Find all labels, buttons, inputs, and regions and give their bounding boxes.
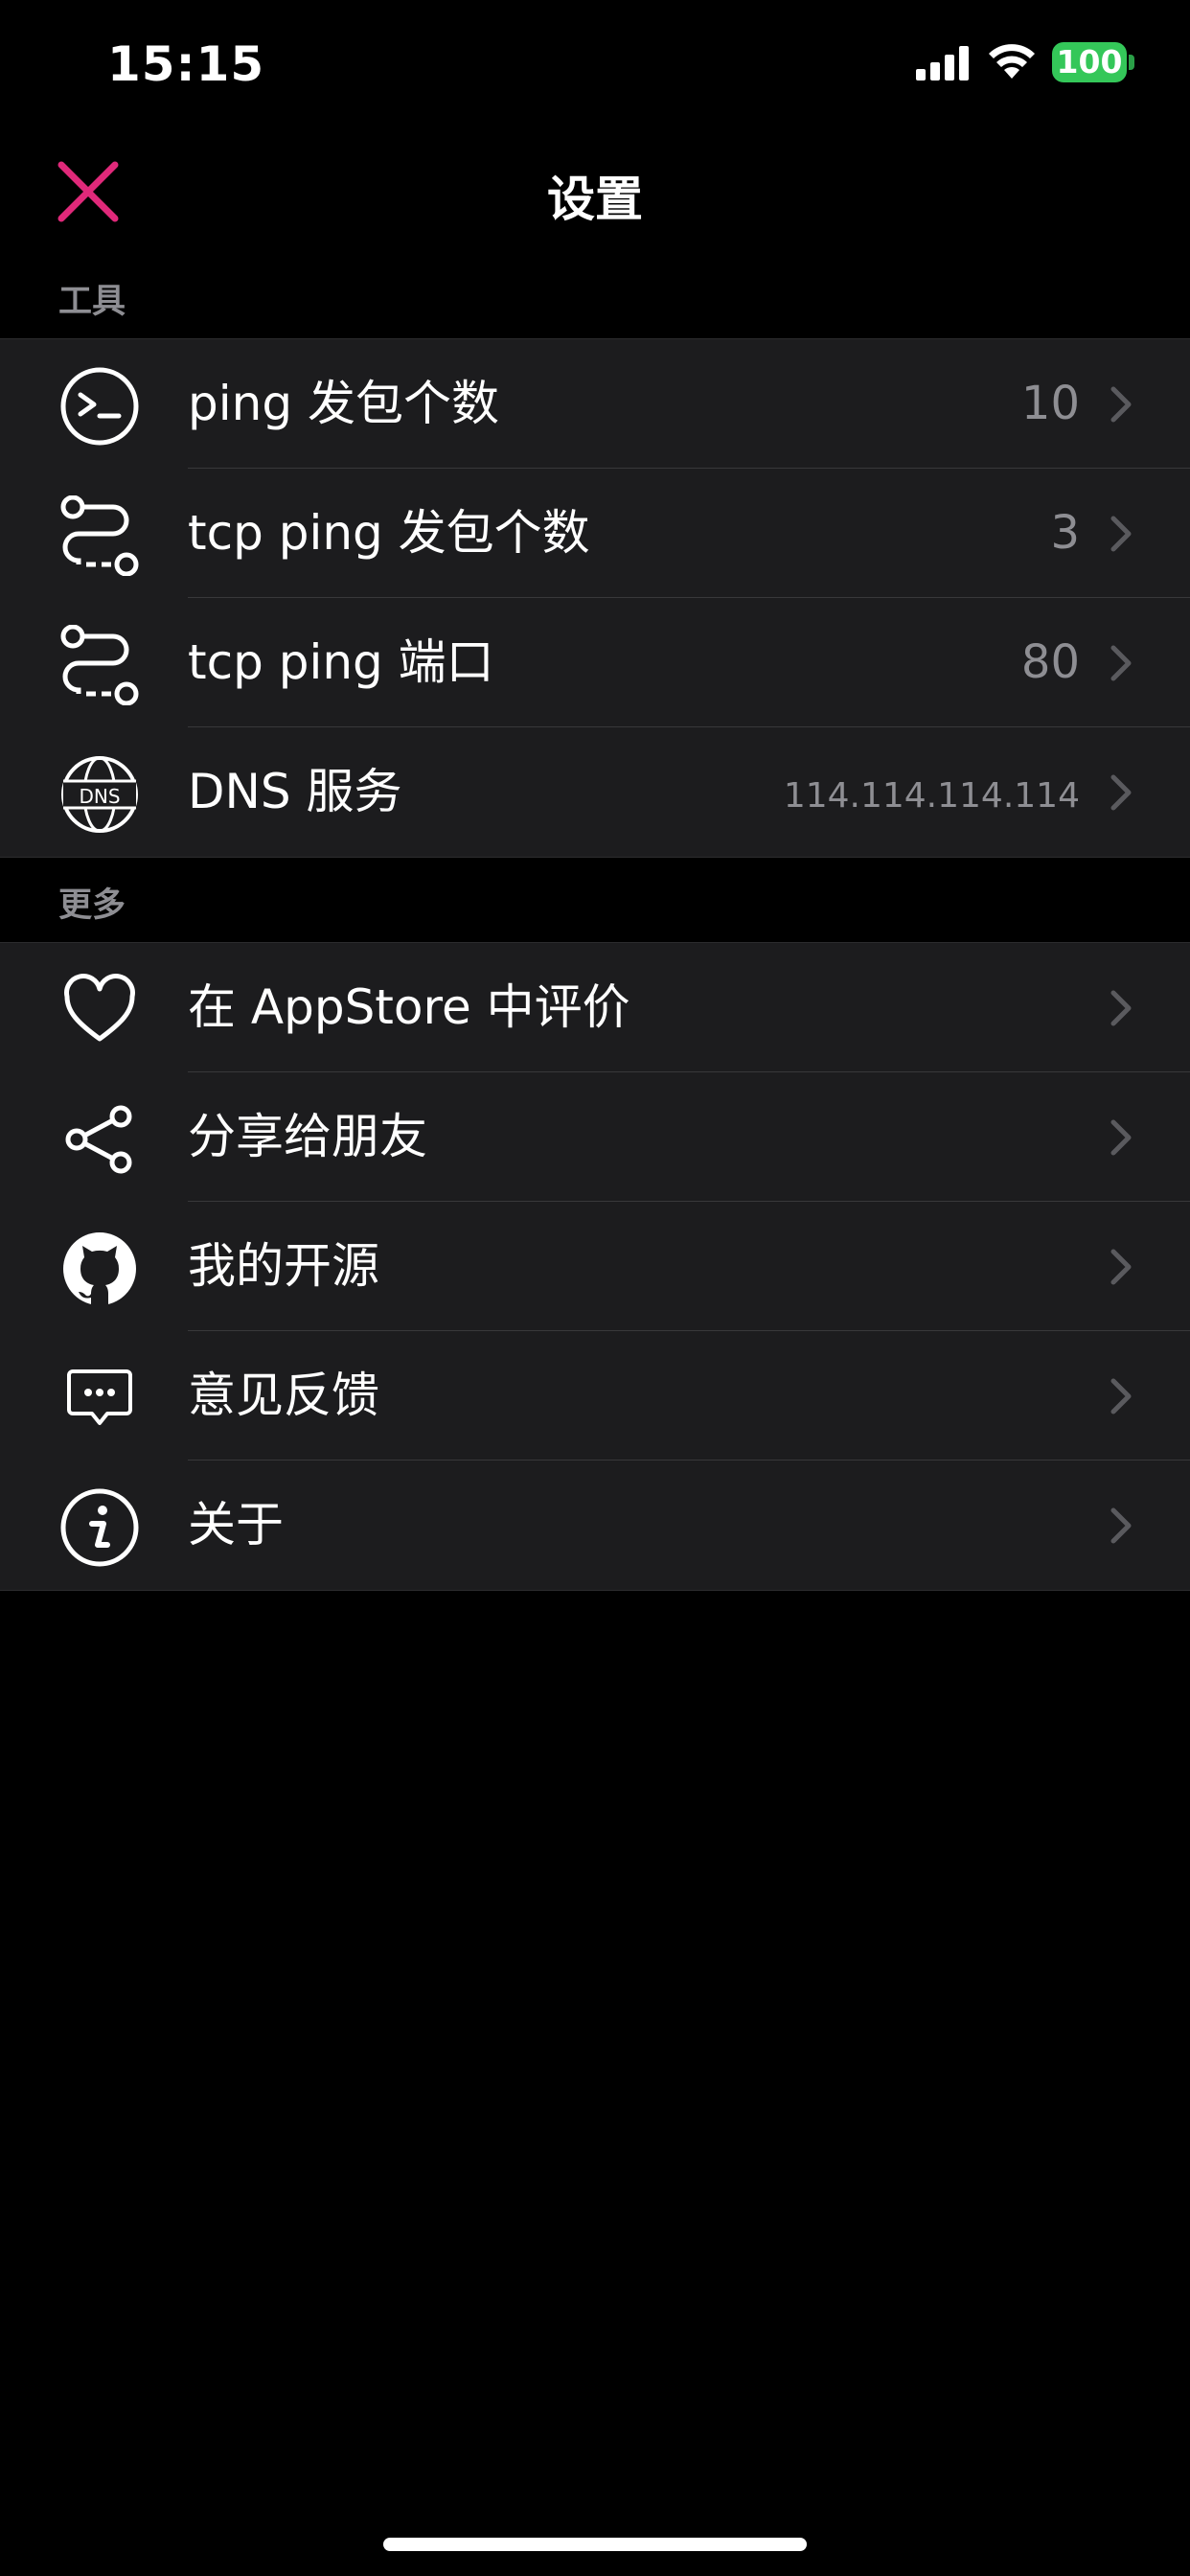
home-indicator[interactable]: [383, 2538, 807, 2551]
more-group: 在 AppStore 中评价 分享给朋友 我的开源 意见反馈 关于: [0, 942, 1190, 1591]
row-rate-appstore[interactable]: 在 AppStore 中评价: [0, 943, 1190, 1072]
status-time: 15:15: [107, 36, 265, 92]
chevron-right-icon: [1110, 1507, 1132, 1544]
row-dns-service[interactable]: DNS DNS 服务 114.114.114.114: [0, 727, 1190, 857]
wifi-icon: [989, 44, 1035, 79]
cellular-signal-icon: [916, 46, 969, 80]
svg-text:DNS: DNS: [79, 785, 120, 808]
chevron-right-icon: [1110, 1378, 1132, 1414]
row-label: ping 发包个数: [188, 376, 499, 431]
battery-tip: [1129, 55, 1134, 70]
row-label: 我的开源: [188, 1238, 379, 1294]
dns-globe-icon: DNS: [61, 756, 138, 833]
row-open-source[interactable]: 我的开源: [0, 1202, 1190, 1331]
chevron-right-icon: [1110, 1249, 1132, 1285]
row-value: 3: [1050, 506, 1080, 560]
share-icon: [65, 1105, 132, 1174]
chevron-right-icon: [1110, 1119, 1132, 1156]
row-label: 关于: [188, 1497, 284, 1552]
route-icon: [60, 495, 139, 576]
navigation-bar: 设置: [0, 134, 1190, 249]
row-label: tcp ping 端口: [188, 634, 494, 690]
row-value: 114.114.114.114: [783, 776, 1080, 816]
row-share[interactable]: 分享给朋友: [0, 1072, 1190, 1202]
row-label: DNS 服务: [188, 764, 402, 819]
terminal-icon: [60, 367, 139, 446]
row-tcp-ping-count[interactable]: tcp ping 发包个数 3: [0, 469, 1190, 598]
row-about[interactable]: 关于: [0, 1460, 1190, 1590]
route-icon: [60, 625, 139, 705]
row-feedback[interactable]: 意见反馈: [0, 1331, 1190, 1460]
row-tcp-ping-port[interactable]: tcp ping 端口 80: [0, 598, 1190, 727]
github-icon: [63, 1232, 136, 1307]
tools-group: ping 发包个数 10 tcp ping 发包个数 3 tcp ping 端口…: [0, 338, 1190, 858]
heart-icon: [64, 974, 135, 1042]
battery-indicator: 100: [1052, 42, 1127, 82]
info-icon: [60, 1488, 139, 1567]
row-value: 10: [1020, 377, 1080, 430]
chevron-right-icon: [1110, 990, 1132, 1026]
chevron-right-icon: [1110, 386, 1132, 423]
row-label: 分享给朋友: [188, 1109, 427, 1164]
row-label: 意见反馈: [188, 1368, 379, 1423]
chevron-right-icon: [1110, 645, 1132, 681]
section-header-more: 更多: [58, 886, 126, 925]
section-header-tools: 工具: [58, 283, 126, 321]
row-label: tcp ping 发包个数: [188, 505, 590, 561]
chat-bubble-icon: [67, 1369, 132, 1425]
row-ping-count[interactable]: ping 发包个数 10: [0, 339, 1190, 469]
page-title: 设置: [547, 172, 643, 227]
chevron-right-icon: [1110, 516, 1132, 552]
chevron-right-icon: [1110, 774, 1132, 811]
row-label: 在 AppStore 中评价: [188, 979, 630, 1035]
status-bar: 15:15 100: [0, 0, 1190, 125]
row-value: 80: [1020, 635, 1080, 689]
